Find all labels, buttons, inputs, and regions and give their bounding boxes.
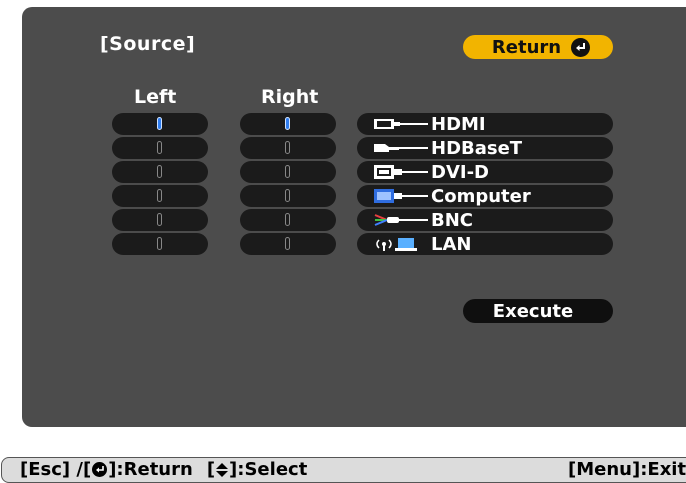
- right-slot-3[interactable]: [240, 161, 336, 183]
- source-label: HDMI: [431, 113, 486, 135]
- enter-icon: [92, 462, 108, 477]
- left-slot-1[interactable]: [112, 113, 208, 135]
- slot-indicator: [157, 189, 162, 202]
- source-label: DVI-D: [431, 161, 489, 183]
- slot-indicator: [157, 141, 162, 154]
- lan-wireless-icon: [373, 235, 431, 253]
- esc-hint: [Esc] /[: [20, 459, 92, 480]
- slot-indicator: [285, 117, 290, 130]
- slot-indicator: [157, 165, 162, 178]
- source-item-computer[interactable]: Computer: [357, 185, 613, 207]
- footer-key-hints: [Esc] /[ ]:Return [ ]:Select: [20, 459, 307, 480]
- slot-indicator: [285, 237, 290, 250]
- left-slot-4[interactable]: [112, 185, 208, 207]
- right-slot-1[interactable]: [240, 113, 336, 135]
- execute-button[interactable]: Execute: [463, 299, 613, 323]
- hdmi-connector-icon: [373, 115, 431, 133]
- vga-connector-icon: [373, 187, 431, 205]
- enter-icon: [571, 37, 591, 57]
- left-slot-5[interactable]: [112, 209, 208, 231]
- source-item-dvi-d[interactable]: DVI-D: [357, 161, 613, 183]
- return-hint: ]:Return: [108, 459, 193, 480]
- dvi-connector-icon: [373, 163, 431, 181]
- source-item-lan[interactable]: LAN: [357, 233, 613, 255]
- key-help-footer: [Esc] /[ ]:Return [ ]:Select [Menu]:Exit: [1, 457, 686, 483]
- hdbaset-cable-icon: [373, 139, 431, 157]
- source-item-bnc[interactable]: BNC: [357, 209, 613, 231]
- slot-indicator: [157, 117, 162, 130]
- up-down-arrow-icon: [215, 462, 229, 478]
- slot-indicator: [285, 165, 290, 178]
- right-slot-5[interactable]: [240, 209, 336, 231]
- source-label: BNC: [431, 209, 473, 231]
- slot-indicator: [157, 213, 162, 226]
- bnc-cable-icon: [373, 211, 431, 229]
- dialog-title: [Source]: [100, 33, 196, 55]
- source-item-hdmi[interactable]: HDMI: [357, 113, 613, 135]
- slot-indicator: [285, 213, 290, 226]
- return-label: Return: [491, 36, 562, 58]
- left-slot-2[interactable]: [112, 137, 208, 159]
- source-label: HDBaseT: [431, 137, 523, 159]
- select-hint: ]:Select: [229, 459, 308, 480]
- left-slot-3[interactable]: [112, 161, 208, 183]
- right-slot-2[interactable]: [240, 137, 336, 159]
- left-column-header: Left: [134, 86, 177, 108]
- left-slot-6[interactable]: [112, 233, 208, 255]
- right-column-header: Right: [261, 86, 319, 108]
- return-button[interactable]: Return: [463, 35, 613, 59]
- exit-hint: [Menu]:Exit: [568, 459, 686, 480]
- right-slot-6[interactable]: [240, 233, 336, 255]
- select-open-bracket: [: [206, 459, 216, 480]
- source-label: Computer: [431, 185, 531, 207]
- source-item-hdbaset[interactable]: HDBaseT: [357, 137, 613, 159]
- slot-indicator: [157, 237, 162, 250]
- slot-indicator: [285, 189, 290, 202]
- right-slot-4[interactable]: [240, 185, 336, 207]
- source-label: LAN: [431, 233, 472, 255]
- slot-indicator: [285, 141, 290, 154]
